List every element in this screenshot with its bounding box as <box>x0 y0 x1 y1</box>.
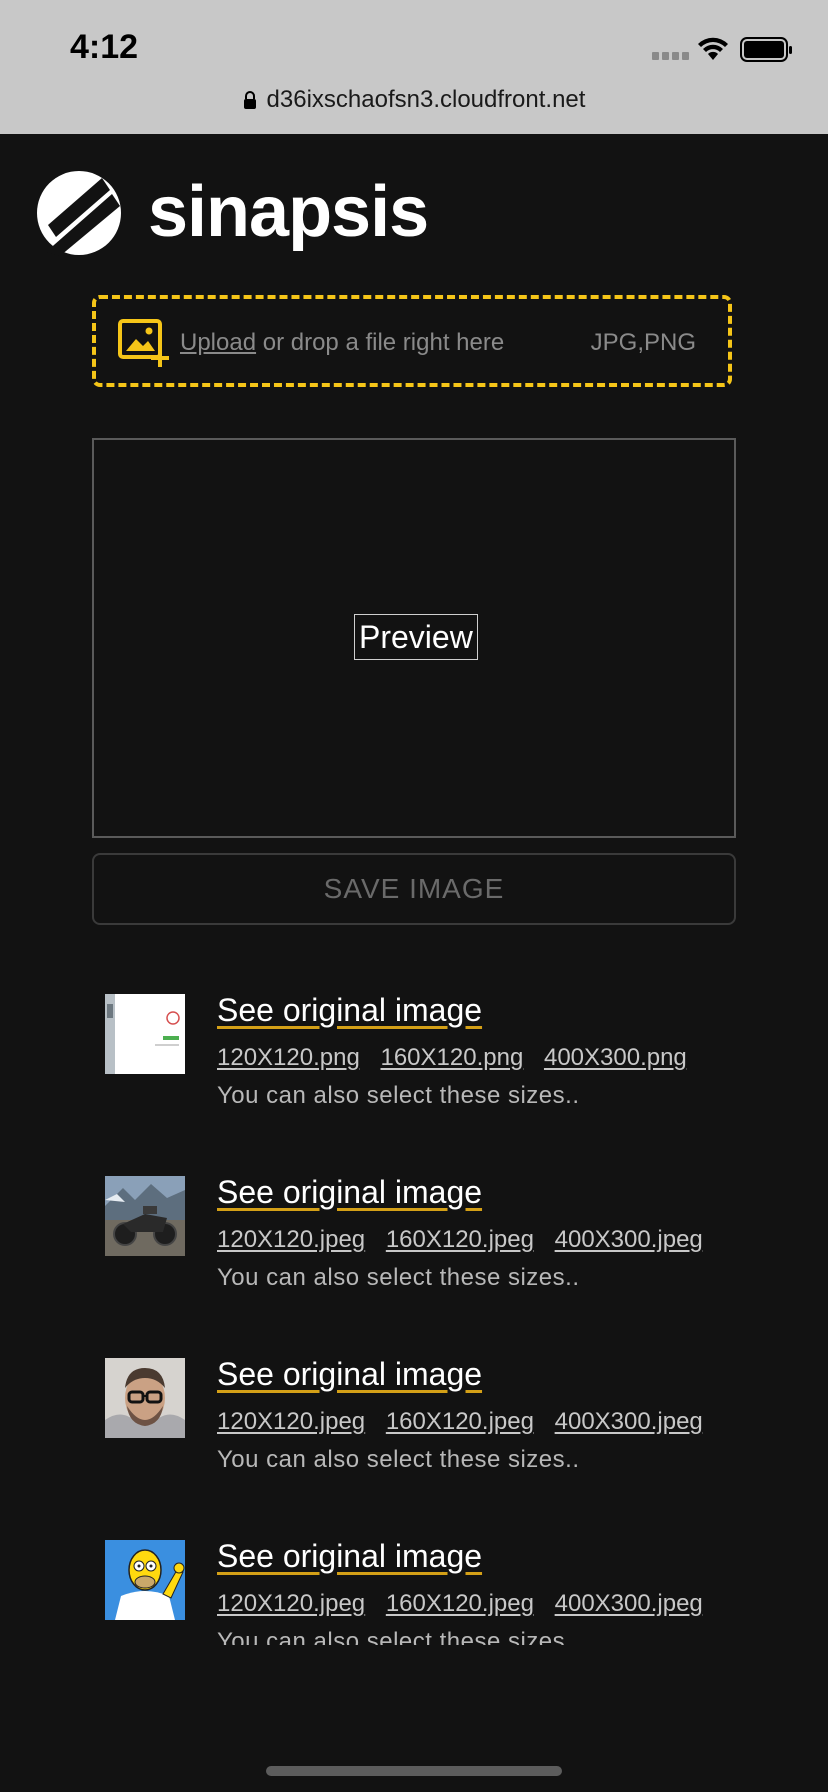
sizes-hint: You can also select these sizes.. <box>217 1082 580 1109</box>
upload-link[interactable]: Upload <box>180 329 256 356</box>
screenshot-thumbnail-image <box>105 994 185 1074</box>
add-image-icon <box>118 319 169 367</box>
size-link-400x300[interactable]: 400X300.jpeg <box>555 1408 703 1435</box>
cellular-signal-icon <box>652 52 692 62</box>
size-link-160x120[interactable]: 160X120.png <box>380 1044 523 1071</box>
see-original-link[interactable]: See original image <box>217 992 482 1029</box>
image-preview-area: Preview <box>92 438 736 838</box>
upload-instructions: Upload or drop a file right here <box>180 329 504 357</box>
size-link-160x120[interactable]: 160X120.jpeg <box>386 1590 534 1617</box>
address-bar[interactable]: d36ixschaofsn3.cloudfront.net <box>0 86 828 114</box>
list-item: See original image 120X120.png 160X120.p… <box>0 980 828 1162</box>
lock-icon <box>243 91 256 109</box>
upload-text: or drop a file right here <box>256 329 505 356</box>
accepted-file-types: JPG,PNG <box>590 329 696 356</box>
size-links: 120X120.png 160X120.png 400X300.png <box>217 1044 701 1072</box>
size-link-400x300[interactable]: 400X300.jpeg <box>555 1226 703 1253</box>
size-link-160x120[interactable]: 160X120.jpeg <box>386 1408 534 1435</box>
size-links: 120X120.jpeg 160X120.jpeg 400X300.jpeg <box>217 1590 717 1618</box>
upload-dropzone[interactable]: Upload or drop a file right here JPG,PNG <box>92 295 732 387</box>
battery-icon <box>740 37 792 62</box>
list-item: See original image 120X120.jpeg 160X120.… <box>0 1344 828 1526</box>
size-links: 120X120.jpeg 160X120.jpeg 400X300.jpeg <box>217 1408 717 1436</box>
size-link-120x120[interactable]: 120X120.jpeg <box>217 1226 365 1253</box>
size-link-400x300[interactable]: 400X300.png <box>544 1044 687 1071</box>
see-original-link[interactable]: See original image <box>217 1356 482 1393</box>
size-link-160x120[interactable]: 160X120.jpeg <box>386 1226 534 1253</box>
size-link-120x120[interactable]: 120X120.jpeg <box>217 1590 365 1617</box>
man-with-glasses-photo-image <box>105 1358 185 1438</box>
homer-simpson-cartoon-image <box>105 1540 185 1620</box>
sinapsis-logo-icon <box>37 171 121 256</box>
image-thumbnail[interactable] <box>105 1176 185 1256</box>
saved-images-list: See original image 120X120.png 160X120.p… <box>0 980 828 1645</box>
url-text: d36ixschaofsn3.cloudfront.net <box>266 86 586 113</box>
logo-text: sinapsis <box>148 172 429 252</box>
image-thumbnail[interactable] <box>105 1358 185 1438</box>
image-thumbnail[interactable] <box>105 1540 185 1620</box>
home-indicator[interactable] <box>266 1766 562 1776</box>
preview-label: Preview <box>354 614 478 660</box>
size-link-120x120[interactable]: 120X120.jpeg <box>217 1408 365 1435</box>
motorcycle-photo-image <box>105 1176 185 1256</box>
size-link-120x120[interactable]: 120X120.png <box>217 1044 360 1071</box>
size-link-400x300[interactable]: 400X300.jpeg <box>555 1590 703 1617</box>
wifi-icon <box>698 37 728 60</box>
browser-status-bar: 4:12 d36ixschaofsn3.cloudfront.net <box>0 0 828 134</box>
sizes-hint: You can also select these sizes.. <box>217 1628 580 1645</box>
list-item: See original image 120X120.jpeg 160X120.… <box>0 1162 828 1344</box>
image-thumbnail[interactable] <box>105 994 185 1074</box>
save-image-button[interactable]: SAVE IMAGE <box>92 853 736 925</box>
see-original-link[interactable]: See original image <box>217 1538 482 1575</box>
list-item: See original image 120X120.jpeg 160X120.… <box>0 1526 828 1645</box>
size-links: 120X120.jpeg 160X120.jpeg 400X300.jpeg <box>217 1226 717 1254</box>
sizes-hint: You can also select these sizes.. <box>217 1446 580 1473</box>
see-original-link[interactable]: See original image <box>217 1174 482 1211</box>
status-time: 4:12 <box>70 28 139 66</box>
sizes-hint: You can also select these sizes.. <box>217 1264 580 1291</box>
